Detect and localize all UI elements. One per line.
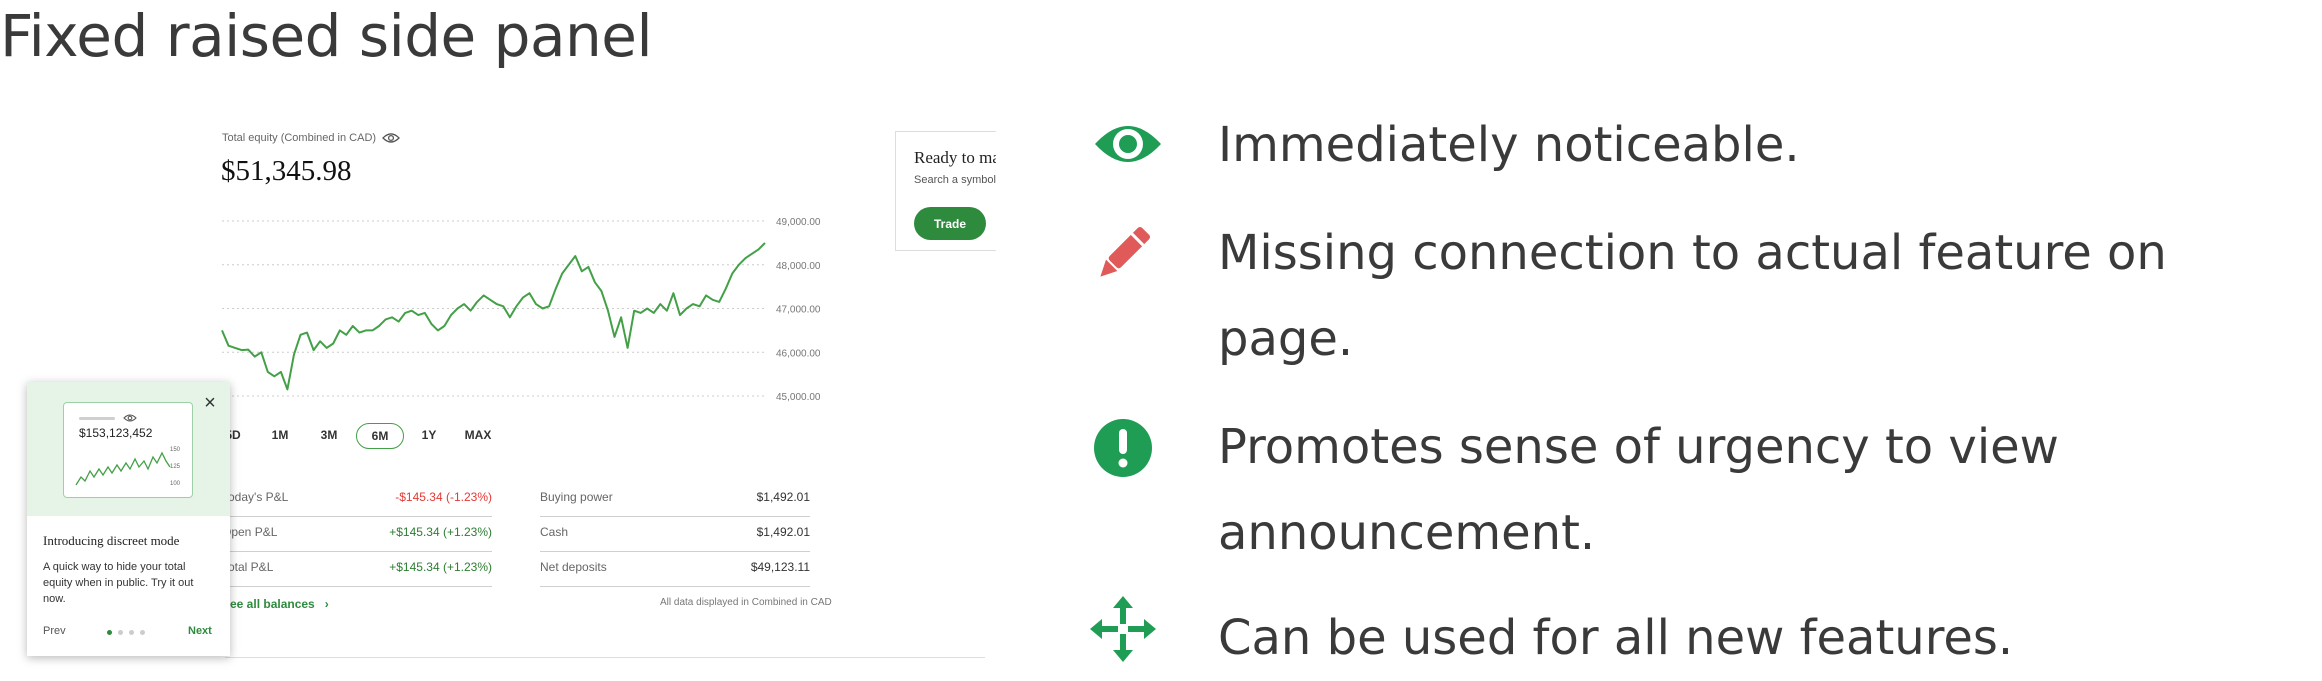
y-tick-label: 46,000.00 — [776, 348, 821, 359]
stat-value: +$145.34 (+1.23%) — [389, 560, 492, 574]
exclamation-icon — [1094, 419, 1152, 477]
stat-row-open-pl: Open P&L +$145.34 (+1.23%) — [222, 517, 492, 552]
stat-row-total-pl: Total P&L +$145.34 (+1.23%) — [222, 552, 492, 587]
y-tick-label: 49,000.00 — [776, 217, 821, 228]
panel-illustration: $153,123,452 150 125 100 × — [27, 382, 230, 516]
range-button-1y[interactable]: 1Y — [418, 423, 440, 447]
panel-heading: Introducing discreet mode — [43, 533, 180, 548]
data-currency-note: All data displayed in Combined in CAD — [660, 597, 832, 608]
y-tick-label: 47,000.00 — [776, 305, 821, 316]
stat-value: -$145.34 (-1.23%) — [395, 490, 492, 504]
range-button-6m[interactable]: 6M — [356, 423, 404, 449]
announcement-side-panel: $153,123,452 150 125 100 × Introducing d… — [27, 382, 230, 656]
stat-label: Open P&L — [222, 525, 278, 539]
y-tick-label: 48,000.00 — [776, 261, 821, 272]
bullet-text-missing-connection: Missing connection to actual feature on … — [1218, 225, 2167, 367]
move-arrows-icon — [1090, 596, 1156, 662]
stat-value: +$145.34 (+1.23%) — [389, 525, 492, 539]
trade-card-title: Ready to make your first trade? — [914, 148, 996, 167]
trade-button[interactable]: Trade — [914, 207, 986, 240]
stat-label: Buying power — [540, 490, 613, 504]
mini-tick: 100 — [170, 481, 181, 487]
mini-equity-value: $153,123,452 — [79, 426, 153, 440]
range-button-max[interactable]: MAX — [463, 423, 493, 447]
mini-tick: 125 — [170, 464, 181, 470]
dashboard-mockup: Total equity (Combined in CAD) $51,345.9… — [0, 0, 1000, 681]
panel-description: A quick way to hide your total equity wh… — [43, 561, 194, 605]
close-icon: × — [204, 392, 216, 414]
mini-tick: 150 — [170, 447, 181, 453]
chevron-right-icon: › — [318, 597, 329, 611]
pagination-dot[interactable] — [107, 630, 112, 635]
eye-icon — [1095, 126, 1161, 162]
see-all-balances-label: See all balances — [222, 597, 315, 611]
bullet-text-new-features: Can be used for all new features. — [1218, 610, 2014, 666]
first-trade-card: Ready to make your first trade? Search a… — [895, 131, 996, 251]
stat-label: Today's P&L — [222, 490, 289, 504]
y-tick-label: 45,000.00 — [776, 392, 821, 403]
pagination-dots — [107, 630, 145, 635]
pagination-dot[interactable] — [118, 630, 123, 635]
mini-chart — [75, 451, 171, 486]
stat-label: Net deposits — [540, 560, 607, 574]
bullet-text-noticeable: Immediately noticeable. — [1218, 117, 1800, 173]
mini-equity-card: $153,123,452 150 125 100 — [63, 402, 193, 498]
mini-label-bar — [79, 417, 115, 420]
stat-row-todays-pl: Today's P&L -$145.34 (-1.23%) — [222, 482, 492, 517]
prev-button[interactable]: Prev — [43, 625, 66, 637]
stat-row-buying-power: Buying power $1,492.01 — [540, 482, 810, 517]
stat-value: $1,492.01 — [756, 490, 810, 504]
pencil-icon — [1100, 226, 1151, 277]
see-all-balances-link[interactable]: See all balances › — [222, 597, 329, 611]
pagination-dot[interactable] — [129, 630, 134, 635]
range-button-1m[interactable]: 1M — [269, 423, 291, 447]
stat-value: $1,492.01 — [756, 525, 810, 539]
stat-label: Cash — [540, 525, 569, 539]
bullet-text-urgency: Promotes sense of urgency to view announ… — [1218, 419, 2059, 561]
stat-row-cash: Cash $1,492.01 — [540, 517, 810, 552]
next-button[interactable]: Next — [188, 625, 212, 637]
range-button-3m[interactable]: 3M — [318, 423, 340, 447]
stat-row-net-deposits: Net deposits $49,123.11 — [540, 552, 810, 587]
divider — [225, 657, 985, 658]
close-panel-button[interactable]: × — [199, 392, 221, 414]
pagination-dot[interactable] — [140, 630, 145, 635]
eye-icon — [123, 414, 137, 422]
stat-value: $49,123.11 — [750, 560, 810, 574]
trade-card-subtitle: Search a symbol to get started — [914, 174, 996, 186]
